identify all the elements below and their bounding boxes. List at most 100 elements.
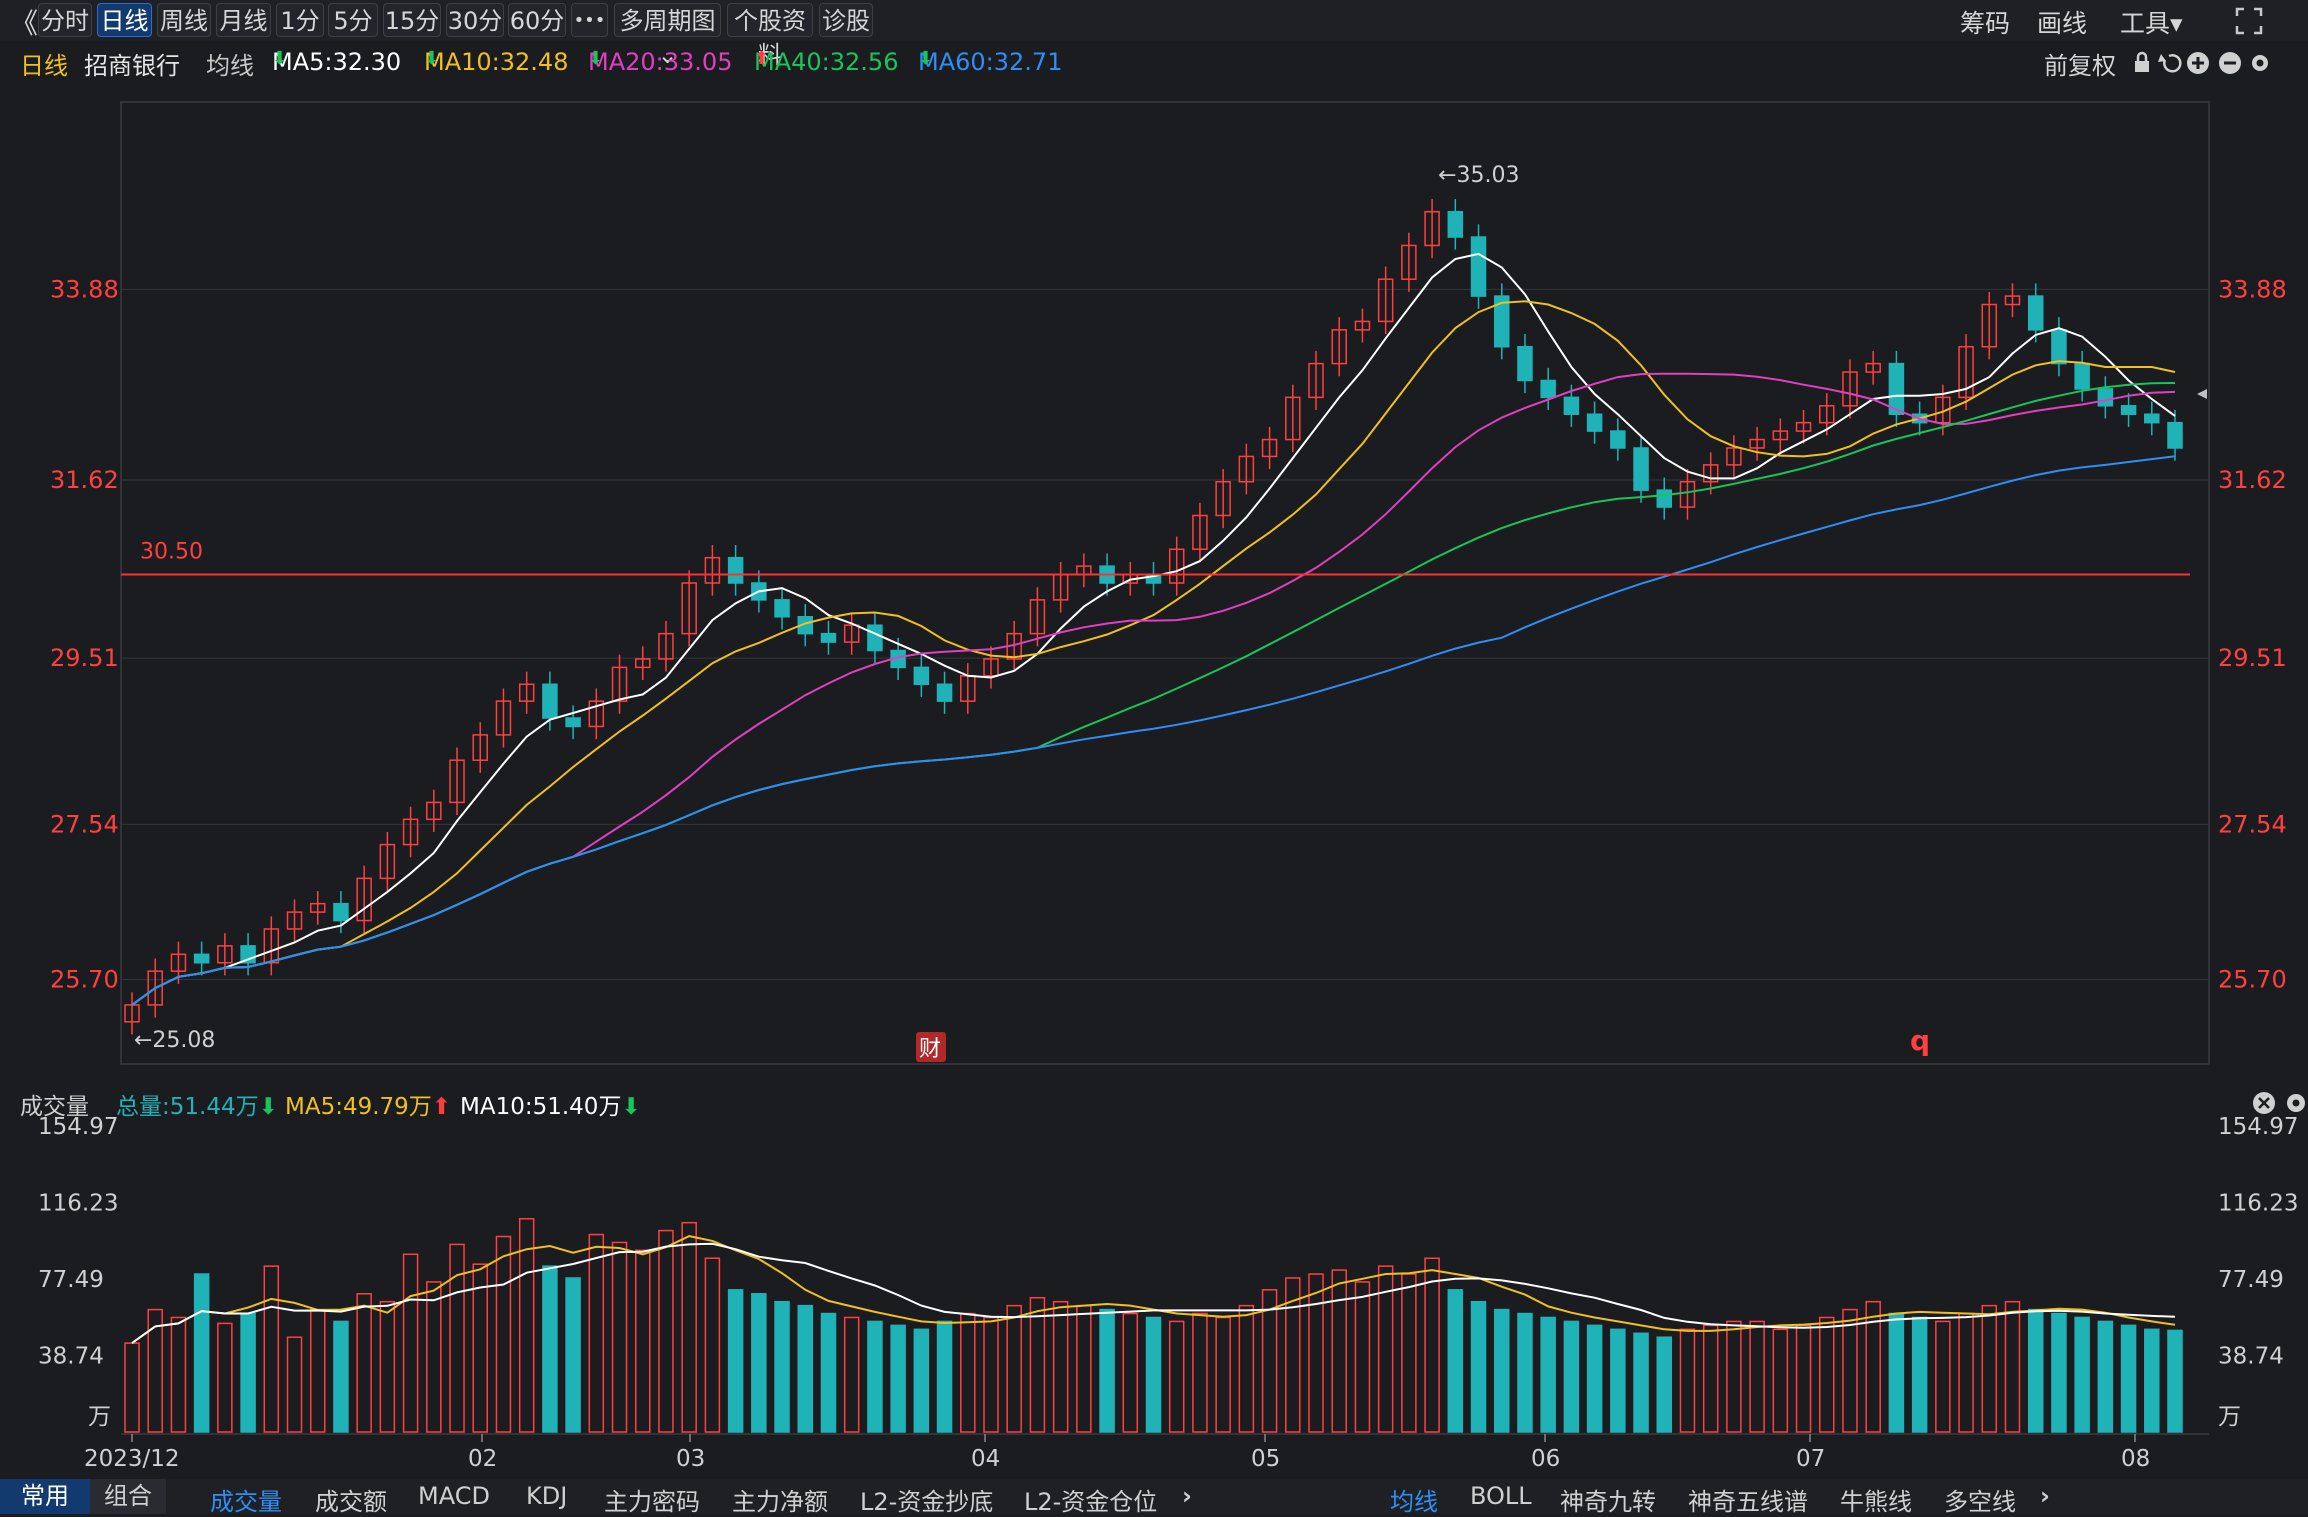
candle-body: [1610, 430, 1626, 449]
overlay-boll[interactable]: BOLL: [1470, 1482, 1532, 1510]
price-tick-right: 31.62: [2218, 466, 2287, 494]
volume-bar: [193, 1273, 210, 1433]
price-tick-right: 27.54: [2218, 810, 2287, 838]
candle-body: [2167, 421, 2183, 449]
volume-bar: [611, 1241, 628, 1433]
volume-bar: [1447, 1289, 1464, 1433]
ind-macd[interactable]: MACD: [418, 1482, 490, 1510]
candle-body: [913, 666, 930, 686]
ind-volume[interactable]: 成交量: [210, 1482, 282, 1517]
candle-body: [1517, 345, 1533, 382]
time-label: 08: [2121, 1446, 2150, 1472]
ma5-line: [131, 252, 2176, 1006]
candle-body: [867, 624, 883, 652]
volume-tick-left: 38.74: [38, 1344, 104, 1370]
volume-bar: [1470, 1300, 1487, 1433]
price-chart[interactable]: 33.88 31.62 29.51 27.54 25.70 33.88 31.62 29.5…: [0, 0, 2308, 1085]
last-price-marker: [2197, 389, 2207, 399]
overlay-five[interactable]: 神奇五线谱: [1688, 1482, 1808, 1517]
volume-chart[interactable]: 154.97 154.97 116.23 116.23 77.49 77.49 38.74 3…: [0, 1084, 2308, 1479]
price-level-label: 30.50: [140, 540, 203, 565]
price-tick-left: 33.88: [50, 275, 119, 303]
volume-bar: [1331, 1269, 1347, 1433]
volume-bar: [890, 1324, 906, 1433]
volume-bar: [1006, 1304, 1022, 1433]
time-label: 2023/12: [84, 1446, 180, 1472]
candle-body: [1656, 489, 1672, 508]
volume-bar: [2097, 1320, 2114, 1433]
ind-l2-position[interactable]: L2-资金仓位: [1024, 1482, 1157, 1517]
scroll-right-icon[interactable]: ›: [1182, 1482, 1192, 1510]
price-annotations: 30.50 ←35.03 ←25.08 财 q: [121, 163, 2207, 1062]
volume-bar: [1981, 1304, 1998, 1433]
volume-bar: [1819, 1316, 1835, 1433]
volume-bar: [263, 1265, 280, 1433]
volume-bar: [1633, 1332, 1649, 1433]
overlay-long-short[interactable]: 多空线: [1944, 1482, 2016, 1517]
ind-amount[interactable]: 成交额: [315, 1482, 387, 1517]
volume-bar: [1563, 1320, 1580, 1433]
volume-bar: [379, 1300, 396, 1433]
volume-bar: [704, 1257, 721, 1433]
time-label: 07: [1796, 1446, 1825, 1472]
volume-bar: [217, 1322, 233, 1433]
candle-body: [1540, 379, 1556, 399]
volume-bar: [1238, 1304, 1255, 1433]
volume-bar: [1749, 1320, 1765, 1433]
candle-body: [2097, 388, 2114, 407]
volume-bar: [1215, 1316, 1231, 1433]
volume-bar: [1192, 1312, 1208, 1433]
ind-main-code[interactable]: 主力密码: [604, 1482, 700, 1517]
volume-unit-right: 万: [2218, 1404, 2241, 1430]
volume-bar: [1308, 1273, 1324, 1433]
overlay-nine[interactable]: 神奇九转: [1560, 1482, 1656, 1517]
volume-bar: [2074, 1316, 2090, 1433]
volume-tick-right: 38.74: [2218, 1344, 2284, 1370]
ind-main-net[interactable]: 主力净额: [732, 1482, 828, 1517]
fin-badge: 财: [919, 1037, 941, 1062]
volume-bar: [356, 1293, 372, 1433]
ind-l2-bottom[interactable]: L2-资金抄底: [860, 1482, 993, 1517]
candle-body: [727, 556, 744, 584]
volume-bar: [960, 1312, 976, 1433]
tab-combo[interactable]: 组合: [90, 1479, 166, 1514]
candle-body: [2120, 405, 2137, 415]
volume-bar: [1401, 1273, 1417, 1433]
volume-bar: [495, 1235, 512, 1433]
volume-bar: [774, 1300, 790, 1433]
volume-bar: [1354, 1281, 1371, 1433]
overlay-bull-bear[interactable]: 牛熊线: [1840, 1482, 1912, 1517]
volume-bar: [867, 1320, 883, 1433]
candle-body: [2144, 413, 2160, 424]
price-tick-right: 29.51: [2218, 644, 2287, 672]
ma60-line: [131, 455, 2176, 1006]
ind-kdj[interactable]: KDJ: [526, 1482, 567, 1510]
volume-bar: [751, 1293, 767, 1433]
candle-body: [2051, 329, 2067, 365]
volume-bar: [1517, 1312, 1533, 1433]
time-label: 02: [468, 1446, 497, 1472]
overlay-ma[interactable]: 均线: [1390, 1482, 1438, 1517]
price-axis-left: 33.88 31.62 29.51 27.54 25.70: [50, 275, 119, 993]
scroll-right-icon-2[interactable]: ›: [2040, 1482, 2050, 1510]
q-marker: q: [1910, 1024, 1930, 1057]
bottom-tabs: 常用 组合 成交量 成交额 MACD KDJ 主力密码 主力净额 L2-资金抄底…: [0, 1479, 2308, 1517]
candle-body: [820, 632, 837, 643]
high-label: ←35.03: [1438, 163, 1519, 188]
volume-bar: [147, 1308, 163, 1433]
volume-bar: [1795, 1324, 1812, 1433]
time-axis: 2023/12 02 03 04 05 06 07 08: [84, 1433, 2209, 1472]
volume-bar: [658, 1229, 674, 1433]
candle-body: [333, 902, 349, 922]
volume-bar: [843, 1316, 860, 1433]
volume-bar: [1610, 1328, 1626, 1433]
volume-bar: [2004, 1300, 2021, 1433]
candle-body: [2027, 295, 2044, 331]
volume-bar: [1052, 1300, 1069, 1433]
volume-bar: [449, 1243, 465, 1433]
volume-tick-left: 154.97: [38, 1114, 118, 1140]
ma40-line: [131, 382, 2176, 1006]
volume-bar: [1772, 1328, 1789, 1433]
tab-common[interactable]: 常用: [0, 1479, 90, 1514]
price-tick-left: 27.54: [50, 810, 119, 838]
